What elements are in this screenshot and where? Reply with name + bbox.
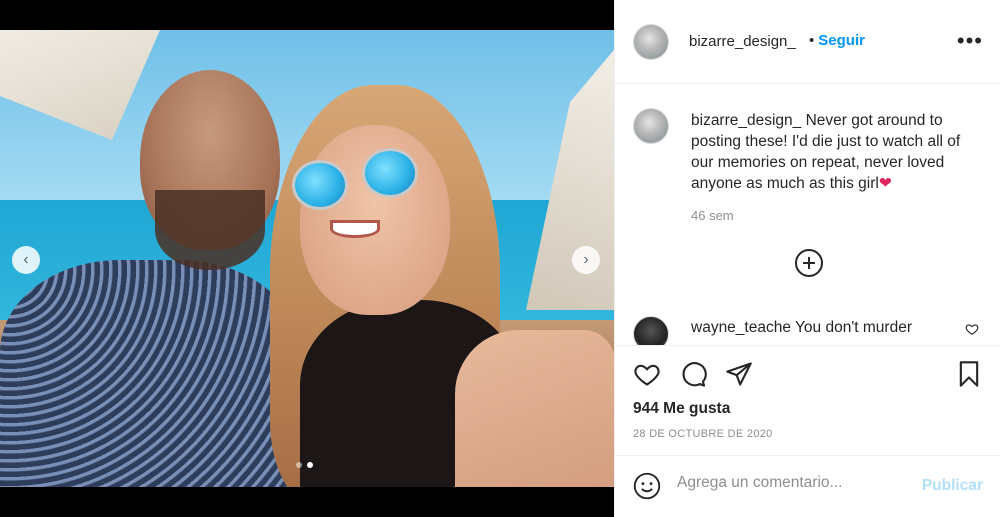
photo-man-beard [155,190,265,270]
caption-timestamp[interactable]: 46 sem [691,208,734,223]
photo-sunglass-right [362,148,418,198]
post-photo[interactable] [0,30,614,487]
carousel-indicator [296,462,313,468]
photo-man-shirt [0,260,300,487]
heart-emoji-icon: ❤ [878,175,892,192]
more-options-icon[interactable]: ••• [957,28,983,54]
avatar[interactable] [633,24,669,60]
comment-bubble-icon[interactable] [679,360,707,388]
photo-sunglass-left [292,160,348,210]
add-comment-bar: Publicar [615,455,1000,517]
comments-section: bizarre_design_ Never got around to post… [615,84,1000,346]
photo-woman-arm [455,330,614,487]
follow-bullet: • [809,32,815,49]
caption-username[interactable]: bizarre_design_ [691,112,801,129]
comment-avatar[interactable] [633,316,669,345]
post-date[interactable]: 28 DE OCTUBRE DE 2020 [633,428,773,440]
post-media-panel: ‹ › [0,0,614,517]
follow-label: Seguir [818,32,865,49]
chevron-right-icon: › [583,251,589,268]
chevron-left-icon: ‹ [23,251,29,268]
comment-like-icon[interactable] [965,322,979,336]
post-caption: bizarre_design_ Never got around to post… [691,110,981,194]
carousel-dot [296,462,302,468]
post-header: bizarre_design_ • Seguir ••• [615,0,1000,84]
comment-text: wayne_teache You don't murder [691,317,951,338]
post-author-username[interactable]: bizarre_design_ [689,33,796,50]
carousel-dot-active [307,462,313,468]
carousel-next-button[interactable]: › [572,246,600,274]
carousel-prev-button[interactable]: ‹ [12,246,40,274]
heart-icon[interactable] [633,360,661,388]
paper-plane-icon[interactable] [725,360,753,388]
comment-body: You don't murder [795,319,912,336]
post-side-panel: bizarre_design_ • Seguir ••• bizarre_desi… [614,0,1000,517]
likes-count[interactable]: 944 Me gusta [633,400,730,418]
comment-username[interactable]: wayne_teache [691,319,791,336]
follow-button[interactable]: • Seguir [809,32,865,49]
emoji-smile-icon[interactable] [633,472,661,500]
photo-smile [330,220,380,238]
bookmark-icon[interactable] [955,360,983,388]
avatar[interactable] [633,108,669,144]
plus-circle-icon[interactable] [795,249,823,277]
post-actions: 944 Me gusta 28 DE OCTUBRE DE 2020 [615,346,1000,456]
publish-button[interactable]: Publicar [922,477,983,495]
comment-input[interactable] [677,474,907,492]
comment-item: wayne_teache You don't murder [615,314,1000,345]
